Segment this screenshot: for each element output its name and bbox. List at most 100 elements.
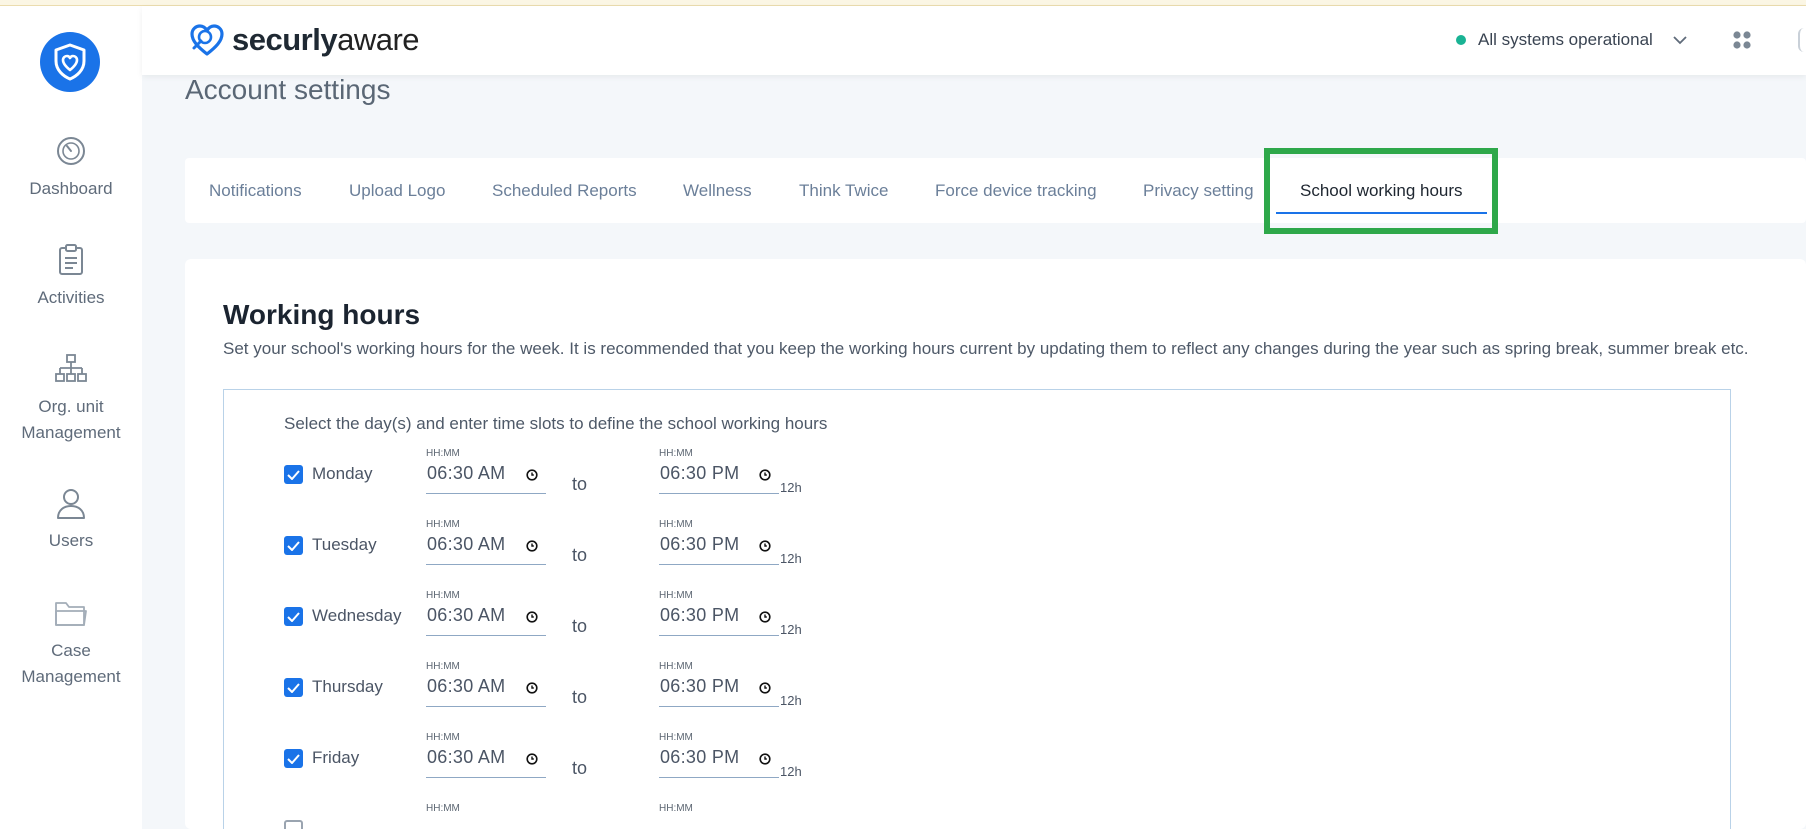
to-label: to xyxy=(572,474,588,494)
section-title: Working hours xyxy=(223,299,421,330)
tuesday-checkbox[interactable] xyxy=(284,536,303,555)
gauge-icon xyxy=(54,134,88,168)
day-row-friday: Friday HH:MM 06:30 AM to HH:MM 06:30 PM … xyxy=(284,732,884,792)
brand-shield-logo[interactable] xyxy=(40,32,100,92)
tab-upload-logo[interactable]: Upload Logo xyxy=(349,158,445,223)
chevron-down-icon xyxy=(1673,30,1687,50)
clock-icon[interactable] xyxy=(526,540,538,552)
time-value: 06:30 AM xyxy=(427,463,506,483)
clock-icon[interactable] xyxy=(526,611,538,623)
time-format-caption: HH:MM xyxy=(426,519,460,530)
day-row-thursday: Thursday HH:MM 06:30 AM to HH:MM 06:30 P… xyxy=(284,661,884,721)
checkmark-icon xyxy=(287,469,300,480)
profile-menu-edge[interactable] xyxy=(1798,28,1806,52)
time-format-caption: HH:MM xyxy=(426,803,460,814)
status-indicator-dot xyxy=(1456,35,1466,45)
thursday-start-time-input[interactable]: HH:MM 06:30 AM xyxy=(426,661,546,707)
checkmark-icon xyxy=(287,540,300,551)
apps-grid-icon[interactable] xyxy=(1732,30,1752,55)
time-format-caption: HH:MM xyxy=(426,732,460,743)
friday-start-time-input[interactable]: HH:MM 06:30 AM xyxy=(426,732,546,778)
monday-checkbox[interactable] xyxy=(284,465,303,484)
time-value: 06:30 PM xyxy=(660,605,740,625)
saturday-end-time-input[interactable]: HH:MM xyxy=(659,803,779,829)
sidebar-item-users[interactable]: Users xyxy=(0,486,142,554)
sidebar-item-label: Users xyxy=(48,531,94,550)
sidebar-item-org-unit-management[interactable]: Org. unit Management xyxy=(0,352,142,446)
day-label: Monday xyxy=(312,464,373,483)
logo-wordmark: securlyaware xyxy=(232,22,420,58)
time-value: 06:30 PM xyxy=(660,676,740,696)
time-format-caption: HH:MM xyxy=(426,448,460,459)
to-label: to xyxy=(572,687,588,707)
wednesday-end-time-input[interactable]: HH:MM 06:30 PM xyxy=(659,590,779,636)
checkmark-icon xyxy=(287,611,300,622)
tab-wellness[interactable]: Wellness xyxy=(683,158,752,223)
user-icon xyxy=(54,486,88,520)
time-value: 06:30 PM xyxy=(660,534,740,554)
hour-format-label: 12h xyxy=(780,764,802,779)
hour-format-label: 12h xyxy=(780,622,802,637)
sidebar: Dashboard Activities Org. unit Managemen… xyxy=(0,6,142,829)
tuesday-end-time-input[interactable]: HH:MM 06:30 PM xyxy=(659,519,779,565)
sidebar-item-label: Activities xyxy=(37,288,105,307)
wednesday-checkbox[interactable] xyxy=(284,607,303,626)
tab-think-twice[interactable]: Think Twice xyxy=(799,158,888,223)
clock-icon[interactable] xyxy=(759,753,771,765)
time-value: 06:30 PM xyxy=(660,463,740,483)
friday-end-time-input[interactable]: HH:MM 06:30 PM xyxy=(659,732,779,778)
org-chart-icon xyxy=(54,352,88,386)
monday-end-time-input[interactable]: HH:MM 06:30 PM xyxy=(659,448,779,494)
clock-icon[interactable] xyxy=(759,540,771,552)
clock-icon[interactable] xyxy=(526,469,538,481)
clock-icon[interactable] xyxy=(759,469,771,481)
tab-force-device-tracking[interactable]: Force device tracking xyxy=(935,158,1097,223)
tab-scheduled-reports[interactable]: Scheduled Reports xyxy=(492,158,637,223)
folder-icon xyxy=(54,596,88,630)
tab-privacy-setting[interactable]: Privacy setting xyxy=(1143,158,1254,223)
tab-notifications[interactable]: Notifications xyxy=(209,158,302,223)
monday-start-time-input[interactable]: HH:MM 06:30 AM xyxy=(426,448,546,494)
sidebar-item-case-management[interactable]: Case Management xyxy=(0,596,142,690)
tab-school-working-hours[interactable]: School working hours xyxy=(1276,158,1486,223)
thursday-end-time-input[interactable]: HH:MM 06:30 PM xyxy=(659,661,779,707)
section-description: Set your school's working hours for the … xyxy=(223,339,1749,358)
tuesday-start-time-input[interactable]: HH:MM 06:30 AM xyxy=(426,519,546,565)
time-format-caption: HH:MM xyxy=(426,590,460,601)
day-row-wednesday: Wednesday HH:MM 06:30 AM to HH:MM 06:30 … xyxy=(284,590,884,650)
time-format-caption: HH:MM xyxy=(659,803,693,814)
day-label: Wednesday xyxy=(312,606,402,625)
system-status-dropdown[interactable]: All systems operational xyxy=(1456,30,1687,50)
settings-tabs: Notifications Upload Logo Scheduled Repo… xyxy=(185,158,1806,223)
saturday-start-time-input[interactable]: HH:MM xyxy=(426,803,546,829)
clock-icon[interactable] xyxy=(526,753,538,765)
day-label: Thursday xyxy=(312,677,383,696)
time-format-caption: HH:MM xyxy=(426,661,460,672)
day-label: Tuesday xyxy=(312,535,377,554)
clock-icon[interactable] xyxy=(759,682,771,694)
day-row-monday: Monday HH:MM 06:30 AM to HH:MM 06:30 PM … xyxy=(284,448,884,508)
clock-icon[interactable] xyxy=(759,611,771,623)
saturday-checkbox[interactable] xyxy=(284,820,303,829)
page-title: Account settings xyxy=(185,74,391,105)
time-value: 06:30 PM xyxy=(660,747,740,767)
clock-icon[interactable] xyxy=(526,682,538,694)
sidebar-item-label: Org. unit Management xyxy=(21,397,121,442)
wednesday-start-time-input[interactable]: HH:MM 06:30 AM xyxy=(426,590,546,636)
sidebar-item-dashboard[interactable]: Dashboard xyxy=(0,134,142,202)
checkmark-icon xyxy=(287,682,300,693)
day-row-saturday: HH:MM HH:MM xyxy=(284,803,884,829)
time-format-caption: HH:MM xyxy=(659,732,693,743)
securly-aware-logo[interactable]: securlyaware xyxy=(188,22,420,58)
thursday-checkbox[interactable] xyxy=(284,678,303,697)
clipboard-icon xyxy=(54,243,88,277)
logo-word-bold: securly xyxy=(232,22,338,57)
sidebar-item-activities[interactable]: Activities xyxy=(0,243,142,311)
form-instructions: Select the day(s) and enter time slots t… xyxy=(284,414,828,433)
working-hours-form: Select the day(s) and enter time slots t… xyxy=(223,389,1731,829)
time-format-caption: HH:MM xyxy=(659,590,693,601)
friday-checkbox[interactable] xyxy=(284,749,303,768)
checkmark-icon xyxy=(287,753,300,764)
hour-format-label: 12h xyxy=(780,551,802,566)
top-header: securlyaware All systems operational xyxy=(142,6,1806,75)
